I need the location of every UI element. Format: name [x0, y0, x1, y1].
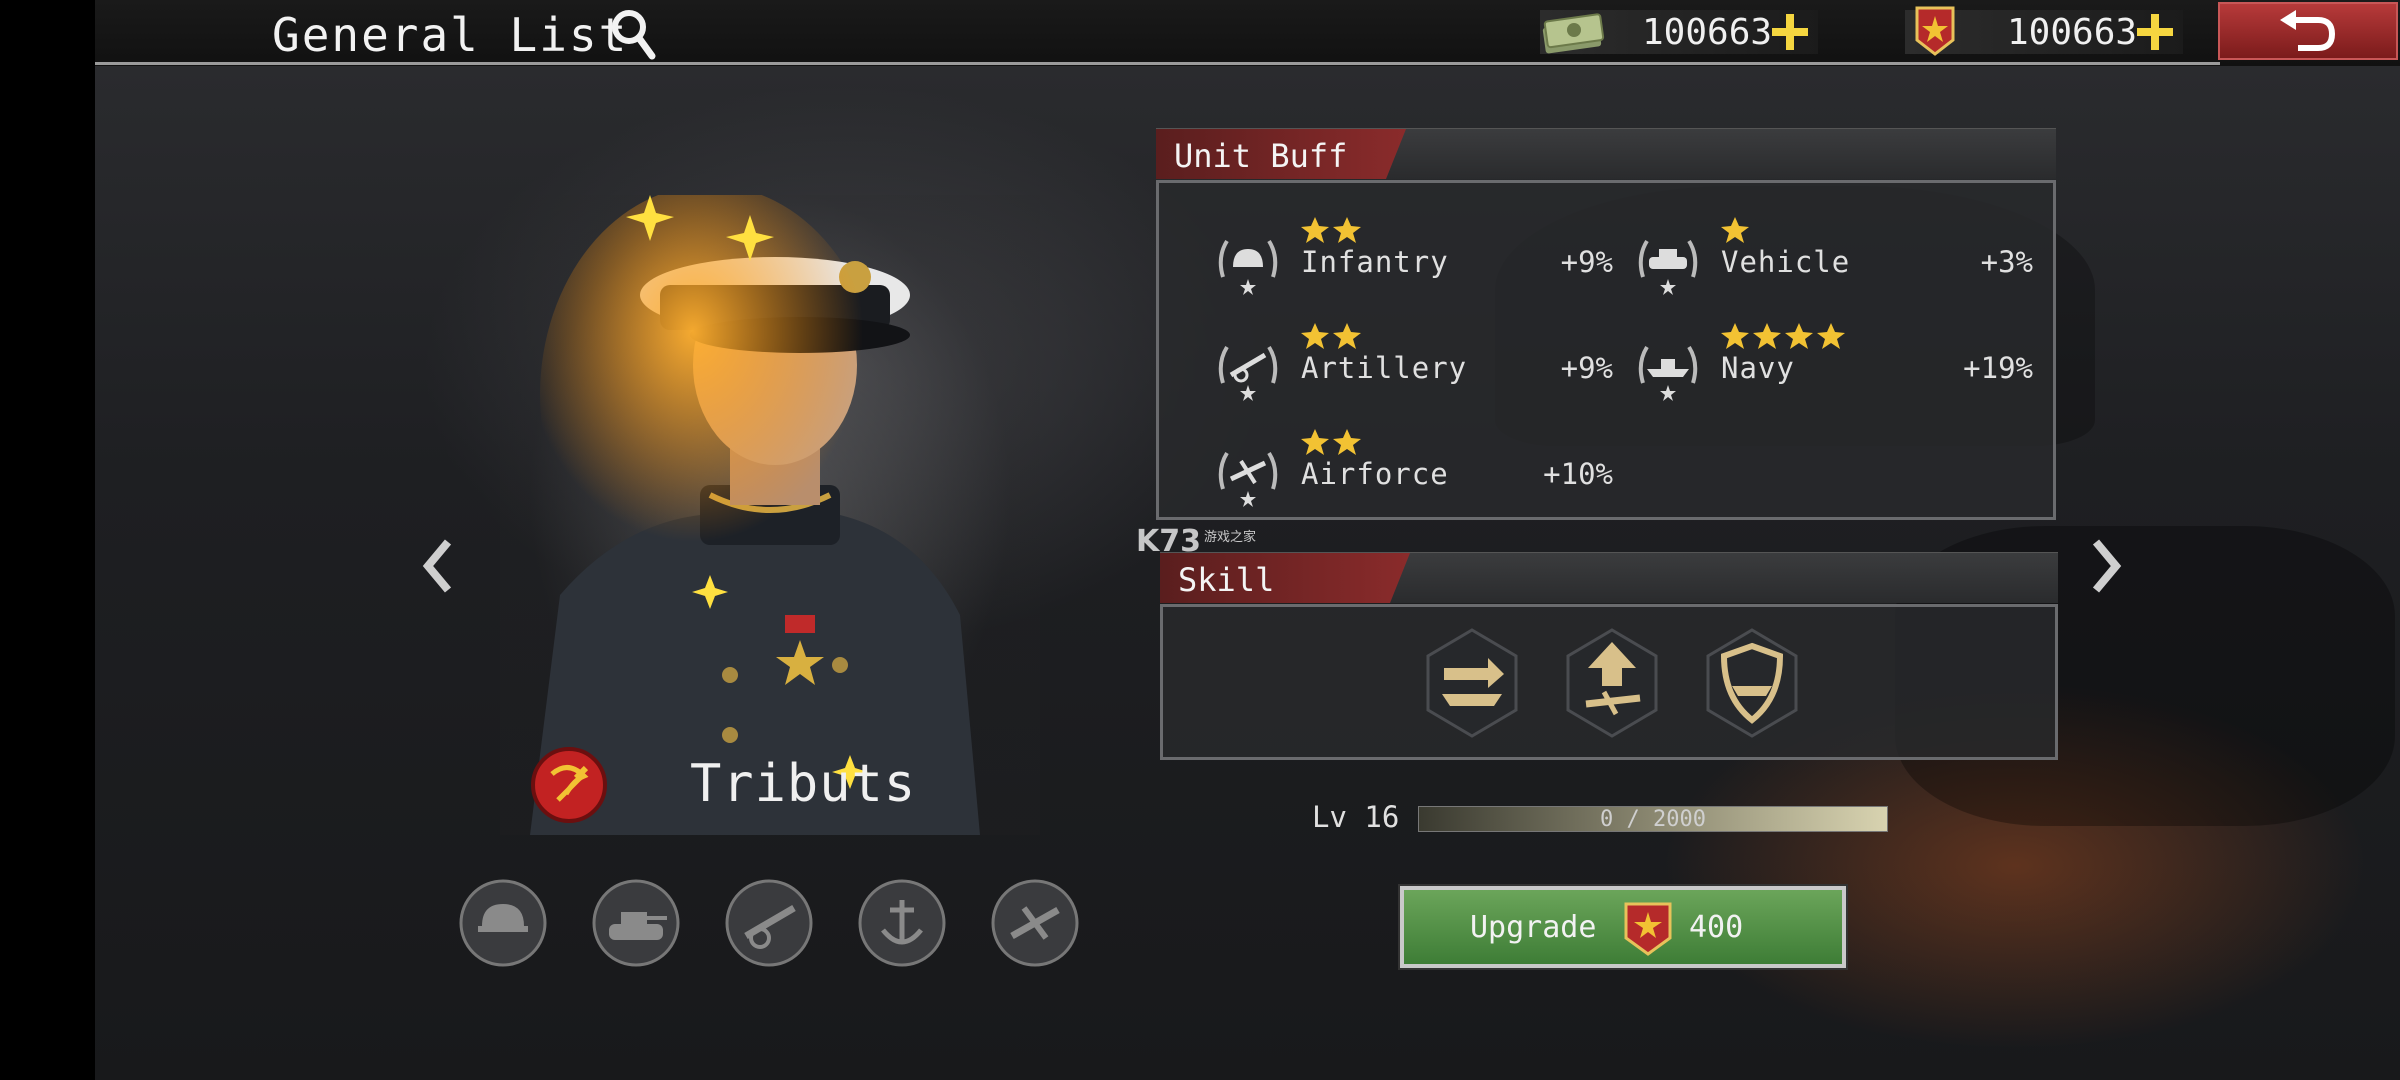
watermark-subtext: 游戏之家	[1204, 530, 1257, 545]
infantry-emblem-icon	[1218, 239, 1278, 295]
vehicle-stars-icon	[1721, 217, 1749, 243]
upgrade-label: Upgrade	[1470, 910, 1597, 945]
buff-navy: Navy +19%	[1633, 321, 2033, 421]
prev-commander-arrow[interactable]	[418, 536, 458, 596]
medal-icon	[1915, 6, 1955, 56]
buff-name: Artillery	[1301, 351, 1468, 385]
airforce-emblem-icon	[1218, 451, 1278, 507]
navy-stars-icon	[1721, 323, 1845, 349]
buff-value: +3%	[1980, 245, 2033, 279]
artillery-stars-icon	[1301, 323, 1361, 349]
buff-name: Infantry	[1301, 245, 1449, 279]
vehicle-emblem-icon	[1638, 239, 1698, 295]
buff-name: Airforce	[1301, 457, 1449, 491]
artillery-icon	[725, 879, 813, 967]
buff-value: +9%	[1560, 351, 1613, 385]
cash-icon	[1542, 13, 1605, 54]
ship-swap-skill-icon[interactable]	[1424, 628, 1520, 738]
artillery-emblem-icon	[1218, 345, 1278, 401]
back-button[interactable]	[2218, 2, 2398, 60]
medal-cost-icon	[1624, 902, 1672, 956]
money-value: 100663	[1642, 12, 1773, 53]
buff-name: Vehicle	[1721, 245, 1851, 279]
buff-airforce: Airforce +10%	[1213, 427, 1613, 527]
anchor-icon	[858, 879, 946, 967]
unit-buff-panel: Infantry +9% Vehicle +3% Artillery +9% N…	[1156, 180, 2056, 520]
infantry-stars-icon	[1301, 217, 1361, 243]
page-title: General List	[272, 8, 629, 62]
level-value: 16	[1364, 800, 1400, 834]
unit-buff-header: Unit Buff	[1156, 128, 2056, 179]
airplane-icon	[991, 879, 1079, 967]
return-arrow-icon	[2280, 10, 2336, 51]
buff-artillery: Artillery +9%	[1213, 321, 1613, 421]
add-money-icon[interactable]	[1770, 12, 1810, 52]
medal-value: 100663	[2007, 12, 2138, 53]
next-commander-arrow[interactable]	[2086, 536, 2126, 596]
left-black-bar	[0, 0, 95, 1080]
hammer-sickle-icon	[531, 747, 607, 823]
buff-value: +19%	[1963, 351, 2033, 385]
navy-emblem-icon	[1638, 345, 1698, 401]
infantry-icon	[459, 879, 547, 967]
buff-value: +10%	[1543, 457, 1613, 491]
buff-name: Navy	[1721, 351, 1795, 385]
level-label: Lv 16	[1312, 800, 1399, 834]
level-prefix: Lv	[1312, 800, 1347, 834]
money-resource: 100663	[1540, 10, 1818, 54]
commander-portrait	[500, 185, 1040, 835]
airforce-stars-icon	[1301, 429, 1361, 455]
commander-name: Tributs	[690, 754, 917, 814]
unit-buff-title: Unit Buff	[1174, 137, 1348, 175]
skill-title: Skill	[1178, 561, 1275, 599]
xp-progress-bar: 0 / 2000	[1418, 806, 1888, 832]
buff-infantry: Infantry +9%	[1213, 215, 1613, 315]
xp-progress-text: 0 / 2000	[1600, 807, 1706, 832]
skill-tab: Skill	[1160, 553, 1410, 603]
ship-shield-skill-icon[interactable]	[1704, 628, 1800, 738]
commander-figure	[530, 185, 980, 835]
plane-boost-skill-icon[interactable]	[1564, 628, 1660, 738]
buff-vehicle: Vehicle +3%	[1633, 215, 2033, 315]
buff-value: +9%	[1560, 245, 1613, 279]
medal-resource: 100663	[1905, 6, 2183, 56]
skill-header: Skill	[1160, 552, 2058, 603]
add-medal-icon[interactable]	[2135, 12, 2175, 52]
search-icon[interactable]	[608, 6, 658, 62]
tank-icon	[592, 879, 680, 967]
top-divider	[95, 62, 2220, 65]
upgrade-cost: 400	[1689, 910, 1744, 945]
unit-buff-tab: Unit Buff	[1156, 129, 1406, 179]
upgrade-button[interactable]: Upgrade 400	[1400, 886, 1846, 968]
